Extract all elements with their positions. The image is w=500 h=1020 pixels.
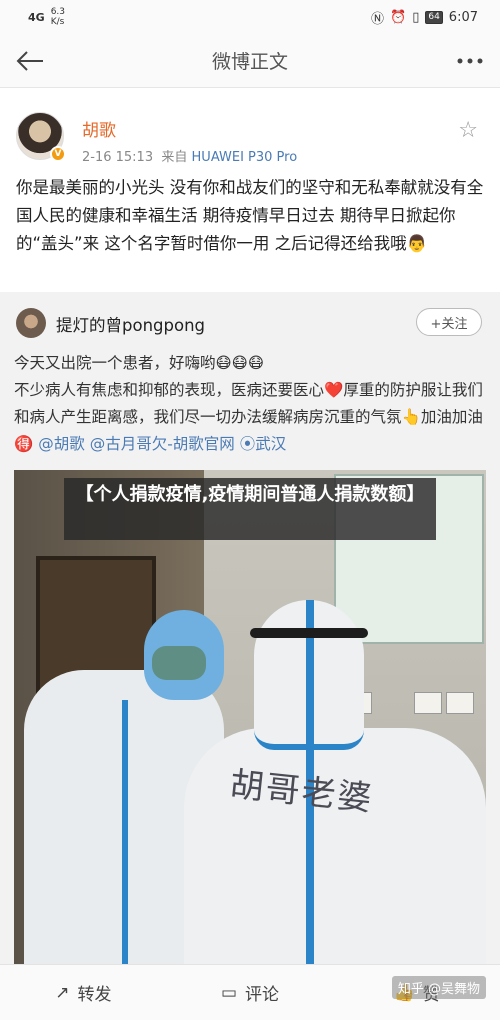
repost-label: 转发 <box>77 985 112 1005</box>
mention-huge[interactable]: @胡歌 <box>38 435 85 453</box>
location-pin-icon: ⦿ <box>239 435 256 453</box>
title-banner: 【个人捐款疫情,疫情期间普通人捐款数额】 <box>64 478 436 540</box>
repost-line2-start: 不少病人有焦虑和抑郁的表现，医病还要医心 <box>14 381 325 399</box>
post-photo[interactable]: 胡哥老婆 <box>14 470 486 976</box>
comment-button[interactable]: ▭ 评论 <box>167 965 334 1020</box>
photo-band <box>250 628 368 638</box>
repost-header: 提灯的曾pongpong +关注 <box>14 292 486 350</box>
nfc-icon: Ⓝ <box>370 11 384 27</box>
post-body: 你是最美丽的小光头 没有你和战友们的坚守和无私奉献就没有全国人民的健康和幸福生活… <box>16 178 484 253</box>
photo-goggles <box>152 646 206 680</box>
source-prefix: 来自 <box>161 150 188 165</box>
status-bar: 4G 6.3 K/s Ⓝ ⏰ ▯ 64 6:07 <box>0 0 500 34</box>
signal-indicator: 4G <box>28 10 45 24</box>
post-device[interactable]: HUAWEI P30 Pro <box>192 150 298 165</box>
cheer-text: 加油加油 <box>420 408 483 426</box>
photo-person-right <box>184 728 486 976</box>
more-dots-icon[interactable] <box>452 44 488 78</box>
clock: 6:07 <box>448 9 478 25</box>
repost-author-name[interactable]: 提灯的曾pongpong <box>56 312 205 336</box>
photo-stripe <box>122 700 128 976</box>
repost-body: 今天又出院一个患者，好嗨哟😷😷😷 不少病人有焦虑和抑郁的表现，医病还要医心❤️厚… <box>14 350 486 458</box>
post-header: V 胡歌 2-16 15:13 来自 HUAWEI P30 Pro ☆ <box>16 88 484 166</box>
photo-outlet <box>446 692 474 714</box>
weibo-post: V 胡歌 2-16 15:13 来自 HUAWEI P30 Pro ☆ 你是最美… <box>0 88 500 288</box>
location-link[interactable]: ⦿武汉 <box>240 435 287 453</box>
reposted-weibo[interactable]: 提灯的曾pongpong +关注 今天又出院一个患者，好嗨哟😷😷😷 不少病人有焦… <box>0 292 500 976</box>
follow-button[interactable]: +关注 <box>416 308 482 336</box>
repost-line1: 今天又出院一个患者，好嗨哟😷😷😷 <box>14 354 264 372</box>
cheer-icon: 👆 <box>401 408 421 426</box>
nav-bar: 微博正文 <box>0 34 500 88</box>
heart-icon: ❤️ <box>324 381 344 399</box>
network-speed-value: 6.3 <box>50 7 66 17</box>
mention-official[interactable]: @古月哥欠-胡歌官网 <box>90 435 235 453</box>
post-meta: 2-16 15:13 来自 HUAWEI P30 Pro <box>82 146 297 165</box>
watermark: 知乎 @吴舞物 <box>391 976 486 999</box>
verified-badge-icon: V <box>50 146 66 162</box>
repost-line2: 不少病人有焦虑和抑郁的表现，医病还要医心❤️厚重的防护服让我们和病人产生距离感，… <box>14 377 486 458</box>
fist-icon: 🉐 <box>14 435 34 453</box>
post-date: 2-16 15:13 <box>82 150 154 165</box>
repost-icon: ↗ <box>55 982 70 1003</box>
comment-icon: ▭ <box>220 982 238 1003</box>
status-left: 4G 6.3 K/s <box>28 7 65 27</box>
arrow-left-icon[interactable] <box>12 44 48 78</box>
alarm-icon: ⏰ <box>390 9 407 25</box>
post-author-name[interactable]: 胡歌 <box>82 116 116 141</box>
network-speed-unit: K/s <box>50 17 65 27</box>
location-label: 武汉 <box>255 435 287 453</box>
battery-icon: 64 <box>425 10 443 24</box>
status-right: Ⓝ ⏰ ▯ 64 6:07 <box>371 8 478 27</box>
page-title: 微博正文 <box>211 51 288 73</box>
vibrate-icon: ▯ <box>412 9 420 25</box>
repost-author-avatar[interactable] <box>16 308 46 338</box>
comment-label: 评论 <box>245 985 280 1005</box>
network-speed: 6.3 K/s <box>51 7 65 27</box>
photo-outlet <box>414 692 442 714</box>
star-icon[interactable]: ☆ <box>458 118 478 143</box>
repost-button[interactable]: ↗ 转发 <box>0 965 167 1020</box>
